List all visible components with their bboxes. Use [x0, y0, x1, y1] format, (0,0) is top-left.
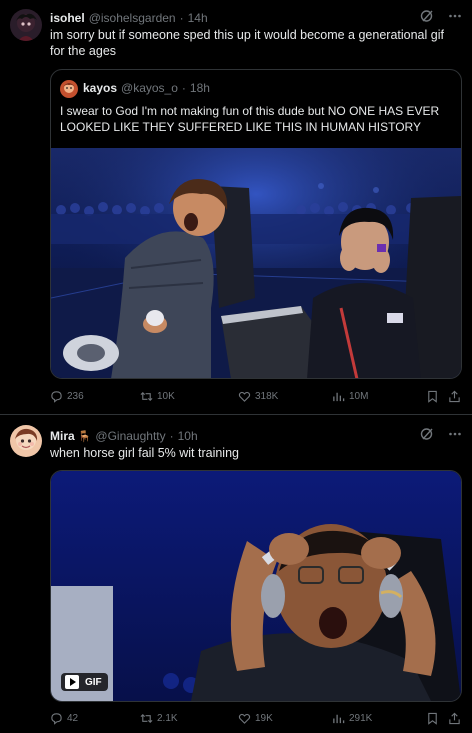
heart-icon [238, 713, 251, 724]
avatar-kayos [60, 80, 78, 98]
bookmark-button[interactable] [426, 390, 439, 403]
gif-badge[interactable]: GIF [61, 673, 108, 691]
timestamp[interactable]: 14h [188, 11, 208, 25]
share-icon [449, 712, 460, 725]
grok-icon[interactable] [420, 427, 434, 444]
tweet-mira[interactable]: Mira 🪑 @Ginaughtty · 10h when horse girl… [0, 414, 472, 733]
views-button[interactable]: 10M [332, 390, 368, 403]
like-button[interactable]: 19K [238, 712, 273, 725]
more-options-icon[interactable] [448, 9, 462, 26]
retweet-icon [140, 713, 153, 724]
retweet-button[interactable]: 10K [140, 390, 175, 403]
chair-emoji: 🪑 [77, 430, 92, 443]
bookmark-button[interactable] [426, 712, 439, 725]
play-icon [65, 675, 79, 689]
gif-media[interactable]: GIF [50, 470, 462, 702]
author-handle[interactable]: @isohelsgarden [89, 11, 176, 25]
author-name[interactable]: isohel [50, 11, 85, 25]
quote-text: I swear to God I'm not making fun of thi… [60, 104, 440, 134]
gif-label: GIF [85, 676, 102, 688]
views-button[interactable]: 291K [332, 712, 372, 725]
analytics-icon [333, 714, 345, 724]
reply-count: 42 [67, 713, 79, 724]
retweet-count: 10K [157, 391, 175, 402]
tweet-header: isohel @isohelsgarden · 14h [50, 9, 208, 27]
reply-button[interactable]: 236 [50, 390, 84, 403]
tweet-actions: 42 2.1K 19K 291K [50, 712, 462, 728]
quote-author-name: kayos [83, 81, 118, 95]
timestamp[interactable]: 10h [178, 429, 198, 443]
share-button[interactable] [448, 390, 461, 403]
quote-timestamp: 18h [189, 81, 210, 95]
tweet-top-icons [420, 9, 462, 26]
tweet-isohel[interactable]: isohel @isohelsgarden · 14h im sorry but… [0, 0, 472, 414]
separator-dot: · [181, 81, 186, 95]
share-icon [449, 390, 460, 403]
tweet-actions: 236 10K 318K 10M [50, 390, 462, 406]
view-count: 291K [349, 713, 373, 724]
author-handle[interactable]: @Ginaughtty [95, 429, 165, 443]
analytics-icon [333, 392, 345, 402]
view-count: 10M [349, 391, 369, 402]
author-name[interactable]: Mira [50, 429, 75, 443]
reply-icon [51, 391, 62, 403]
bookmark-icon [428, 390, 437, 403]
like-count: 318K [255, 391, 279, 402]
bookmark-icon [428, 712, 437, 725]
grok-icon[interactable] [420, 9, 434, 26]
avatar-isohel[interactable] [10, 9, 42, 41]
more-options-icon[interactable] [448, 427, 462, 444]
quote-header: kayos @kayos_o · 18h [83, 81, 210, 95]
tweet-header: Mira 🪑 @Ginaughtty · 10h [50, 427, 198, 445]
reply-button[interactable]: 42 [50, 712, 78, 725]
separator-dot: · [179, 11, 184, 25]
like-button[interactable]: 318K [238, 390, 278, 403]
heart-icon [238, 391, 251, 402]
like-count: 19K [255, 713, 273, 724]
tweet-text: im sorry but if someone sped this up it … [50, 28, 444, 58]
share-button[interactable] [448, 712, 461, 725]
quote-video-thumbnail[interactable] [51, 148, 461, 378]
retweet-count: 2.1K [157, 713, 178, 724]
reply-count: 236 [67, 391, 84, 402]
avatar-mira[interactable] [10, 425, 42, 457]
quoted-tweet[interactable]: kayos @kayos_o · 18h I swear to God I'm … [50, 69, 462, 379]
retweet-button[interactable]: 2.1K [140, 712, 178, 725]
tweet-text: when horse girl fail 5% wit training [50, 446, 239, 460]
quote-author-handle: @kayos_o [121, 81, 178, 95]
tweet-top-icons [420, 427, 462, 444]
retweet-icon [140, 391, 153, 402]
separator-dot: · [169, 429, 174, 443]
reply-icon [51, 713, 62, 725]
